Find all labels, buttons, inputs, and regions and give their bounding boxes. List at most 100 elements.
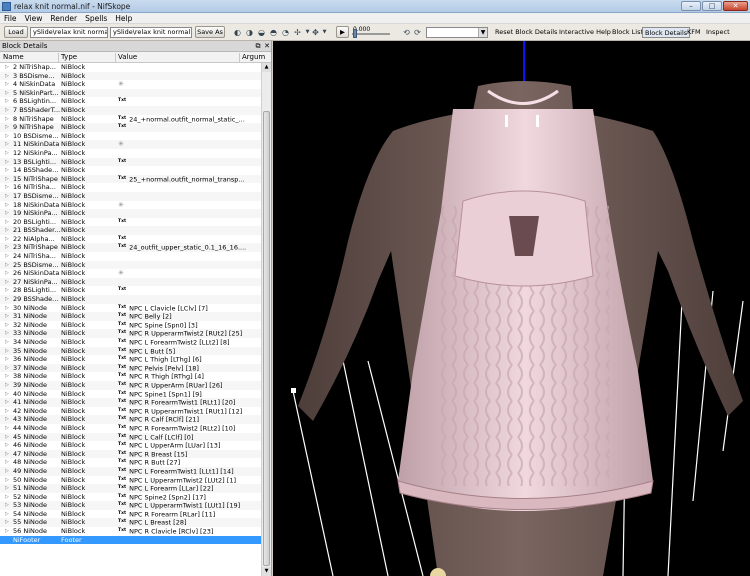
expand-arrow-icon[interactable]: ▷ <box>5 390 11 399</box>
table-row[interactable]: ▷ 4 NiSkinData NiBlock ✳ <box>0 80 262 89</box>
expand-arrow-icon[interactable]: ▷ <box>5 63 11 72</box>
expand-arrow-icon[interactable]: ▷ <box>5 501 11 510</box>
table-row[interactable]: ▷ 46 NiNode NiBlock Txt NPC L UpperArm [LUar… <box>0 441 262 450</box>
expand-arrow-icon[interactable]: ▷ <box>5 115 11 124</box>
save-as-button[interactable]: Save As <box>195 26 225 38</box>
expand-arrow-icon[interactable]: ▷ <box>5 304 11 313</box>
expand-arrow-icon[interactable]: ▷ <box>5 209 11 218</box>
block-details-button[interactable]: Block Details <box>642 27 691 38</box>
expand-arrow-icon[interactable]: ▷ <box>5 106 11 115</box>
expand-arrow-icon[interactable]: ▷ <box>5 192 11 201</box>
expand-arrow-icon[interactable]: ▷ <box>5 476 11 485</box>
view-mode-icon[interactable]: ◔ <box>281 28 290 37</box>
scroll-down-icon[interactable]: ▼ <box>262 567 271 576</box>
kfm-button[interactable]: KFM <box>687 27 701 38</box>
table-row[interactable]: ▷ 50 NiNode NiBlock Txt NPC L UpperarmTwist2… <box>0 476 262 485</box>
expand-arrow-icon[interactable]: ▷ <box>5 364 11 373</box>
table-row[interactable]: ▷ 39 NiNode NiBlock Txt NPC R UpperArm [RUar… <box>0 380 262 390</box>
block-list-button[interactable]: Block List <box>612 27 643 38</box>
view-dropdown-icon[interactable]: ▼ <box>320 28 329 37</box>
table-row[interactable]: ▷ 12 NiSkinPa... NiBlock <box>0 149 262 158</box>
minimize-button[interactable]: – <box>681 1 701 11</box>
table-row[interactable]: ▷ 45 NiNode NiBlock Txt NPC L Calf [LClf] [0… <box>0 432 262 442</box>
table-row[interactable]: ▷ 38 NiNode NiBlock Txt NPC R Thigh [RThg] [… <box>0 372 262 381</box>
expand-arrow-icon[interactable]: ▷ <box>5 424 11 433</box>
expand-arrow-icon[interactable]: ▷ <box>5 338 11 347</box>
table-row[interactable]: ▷ 36 NiNode NiBlock Txt NPC L Thigh [LThg] [… <box>0 355 262 364</box>
expand-arrow-icon[interactable]: ▷ <box>5 372 11 381</box>
table-row[interactable]: ▷ 2 NiTriShap... NiBlock <box>0 63 262 72</box>
table-row[interactable]: ▷ 34 NiNode NiBlock Txt NPC L ForearmTwist2 … <box>0 338 262 347</box>
expand-arrow-icon[interactable]: ▷ <box>5 243 11 252</box>
table-row[interactable]: ▷ 22 NiAlpha... NiBlock Txt <box>0 235 262 244</box>
maximize-button[interactable]: □ <box>702 1 722 11</box>
time-slider-track[interactable] <box>352 33 390 35</box>
view-flip-icon[interactable]: ◐ <box>233 28 242 37</box>
table-row[interactable]: ▷ 52 NiNode NiBlock Txt NPC Spine2 [Spn2] [1… <box>0 493 262 502</box>
expand-arrow-icon[interactable]: ▷ <box>5 527 11 536</box>
expand-arrow-icon[interactable]: ▷ <box>5 269 11 278</box>
expand-arrow-icon[interactable]: ▷ <box>5 433 11 442</box>
expand-arrow-icon[interactable]: ▷ <box>5 381 11 390</box>
table-row[interactable]: NiFooter Footer <box>0 535 262 545</box>
table-row[interactable]: ▷ 25 BSDisme... NiBlock <box>0 260 262 270</box>
menu-view[interactable]: View <box>21 13 47 24</box>
expand-arrow-icon[interactable]: ▷ <box>5 321 11 330</box>
scrollbar-thumb[interactable] <box>263 111 270 566</box>
table-row[interactable]: ▷ 14 BSShade... NiBlock <box>0 166 262 175</box>
loop-icon[interactable]: ⟲ <box>402 28 411 37</box>
panel-close-icon[interactable]: ✕ <box>263 42 271 50</box>
table-row[interactable]: ▷ 32 NiNode NiBlock Txt NPC Spine [Spn0] [3] <box>0 321 262 330</box>
table-row[interactable]: ▷ 33 NiNode NiBlock Txt NPC R UpperarmTwist2… <box>0 329 262 338</box>
expand-arrow-icon[interactable]: ▷ <box>5 458 11 467</box>
expand-arrow-icon[interactable]: ▷ <box>5 510 11 519</box>
view-rotate-icon[interactable]: ◓ <box>269 28 278 37</box>
vertical-scrollbar[interactable]: ▲ ▼ <box>261 63 271 576</box>
table-row[interactable]: ▷ 19 NiSkinPa... NiBlock <box>0 209 262 218</box>
animation-select[interactable]: ▼ <box>426 27 488 38</box>
switch-icon[interactable]: ⟳ <box>413 28 422 37</box>
expand-arrow-icon[interactable]: ▷ <box>5 149 11 158</box>
table-row[interactable]: ▷ 35 NiNode NiBlock Txt NPC L Butt [5] <box>0 346 262 356</box>
undock-icon[interactable]: ⧉ <box>254 42 262 50</box>
interactive-help-button[interactable]: Interactive Help <box>559 27 611 38</box>
table-row[interactable]: ▷ 55 NiNode NiBlock Txt NPC L Breast [28] <box>0 518 262 528</box>
expand-arrow-icon[interactable]: ▷ <box>5 484 11 493</box>
table-row[interactable]: ▷ 30 NiNode NiBlock Txt NPC L Clavicle [LClv… <box>0 304 262 313</box>
table-row[interactable]: ▷ 29 BSShade... NiBlock <box>0 295 262 304</box>
menu-spells[interactable]: Spells <box>81 13 111 24</box>
expand-arrow-icon[interactable]: ▷ <box>5 140 11 149</box>
table-row[interactable]: ▷ 21 BSShader... NiBlock <box>0 226 262 235</box>
expand-arrow-icon[interactable]: ▷ <box>5 398 11 407</box>
expand-arrow-icon[interactable]: ▷ <box>5 518 11 527</box>
expand-arrow-icon[interactable]: ▷ <box>5 80 11 89</box>
lighting-icon[interactable]: ✢ <box>293 28 302 37</box>
table-row[interactable]: ▷ 20 BSLighti... NiBlock Txt <box>0 218 262 227</box>
table-row[interactable]: ▷ 47 NiNode NiBlock Txt NPC R Breast [15] <box>0 449 262 459</box>
table-row[interactable]: ▷ 48 NiNode NiBlock Txt NPC R Butt [27] <box>0 458 262 467</box>
expand-arrow-icon[interactable]: ▷ <box>5 123 11 132</box>
expand-arrow-icon[interactable]: ▷ <box>5 278 11 287</box>
reset-block-details-button[interactable]: Reset Block Details <box>495 27 557 38</box>
expand-arrow-icon[interactable]: ▷ <box>5 175 11 184</box>
table-row[interactable]: ▷ 3 BSDisme... NiBlock <box>0 71 262 81</box>
menu-help[interactable]: Help <box>111 13 136 24</box>
column-name[interactable]: Name <box>3 53 24 61</box>
table-row[interactable]: ▷ 16 NiTriSha... NiBlock <box>0 183 262 192</box>
load-path-input[interactable]: ySlide\relax knit normal.nif <box>30 27 108 38</box>
view-axis-icon[interactable]: ◑ <box>245 28 254 37</box>
table-row[interactable]: ▷ 18 NiSkinData NiBlock ✳ <box>0 201 262 210</box>
expand-arrow-icon[interactable]: ▷ <box>5 89 11 98</box>
table-row[interactable]: ▷ 8 NiTriShape NiBlock Txt 24_+normal.outfit… <box>0 115 262 124</box>
expand-arrow-icon[interactable]: ▷ <box>5 158 11 167</box>
table-row[interactable]: ▷ 43 NiNode NiBlock Txt NPC R Calf [RClf] [2… <box>0 415 262 424</box>
load-button[interactable]: Load <box>4 26 28 38</box>
expand-arrow-icon[interactable]: ▷ <box>5 132 11 141</box>
table-row[interactable]: ▷ 56 NiNode NiBlock Txt NPC R Clavicle [RClv… <box>0 527 262 536</box>
render-viewport[interactable] <box>273 41 750 576</box>
expand-arrow-icon[interactable]: ▷ <box>5 235 11 244</box>
table-row[interactable]: ▷ 6 BSLightin... NiBlock Txt <box>0 97 262 106</box>
column-type[interactable]: Type <box>61 53 77 61</box>
table-row[interactable]: ▷ 49 NiNode NiBlock Txt NPC L ForearmTwist1 … <box>0 466 262 476</box>
table-row[interactable]: ▷ 31 NiNode NiBlock Txt NPC Belly [2] <box>0 312 262 321</box>
